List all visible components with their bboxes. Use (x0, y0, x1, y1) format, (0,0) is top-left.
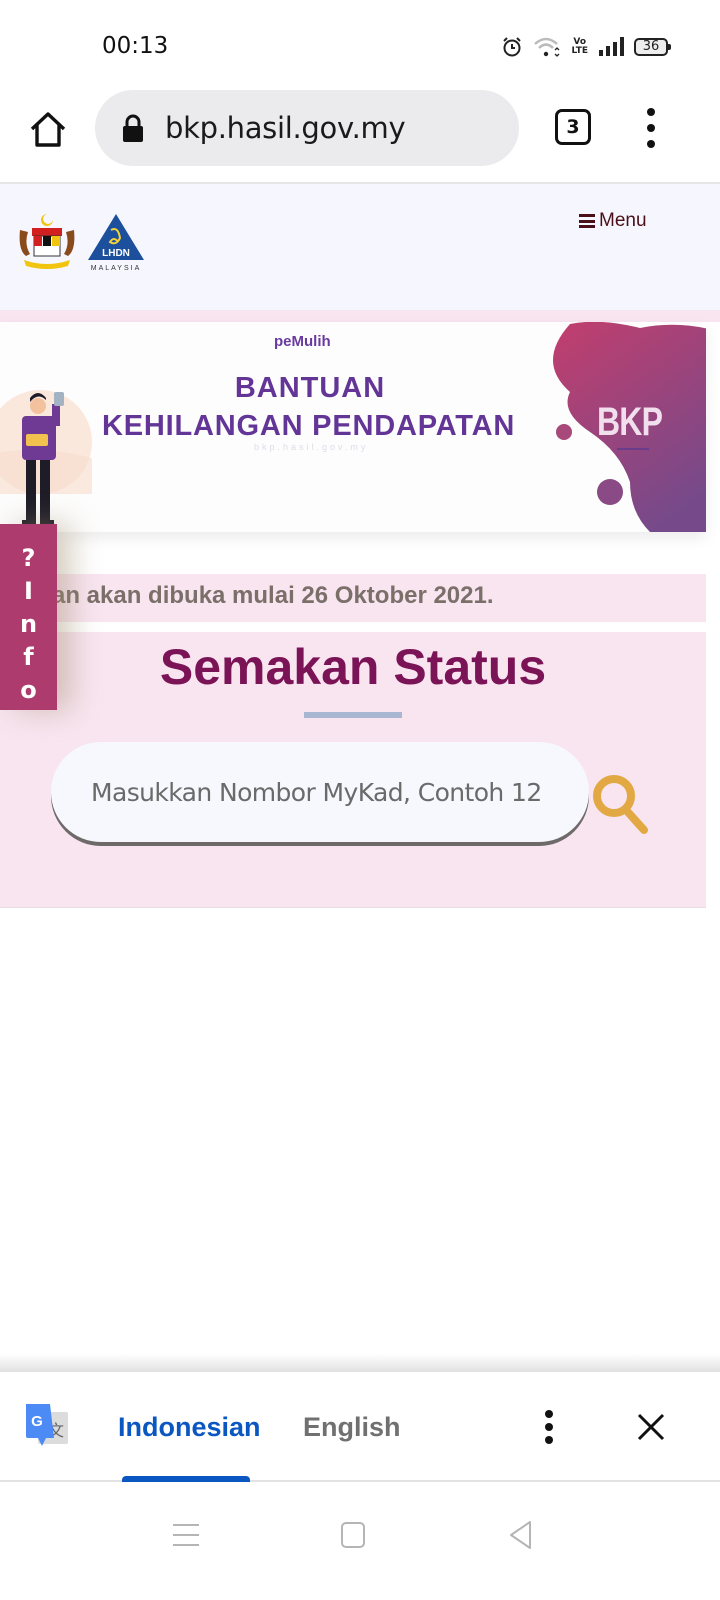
tab-switcher-button[interactable]: 3 (555, 109, 591, 145)
bkp-underline (617, 448, 649, 450)
lhdn-label: LHDN (102, 248, 130, 259)
banner-title-line1: BANTUAN (234, 372, 386, 404)
more-vert-icon[interactable] (641, 108, 661, 148)
bkp-badge: BKP (597, 400, 663, 444)
back-icon[interactable] (508, 1520, 534, 1550)
svg-text:G: G (31, 1413, 43, 1430)
system-nav-bar (0, 1484, 720, 1600)
malaysia-coat-of-arms-logo[interactable] (16, 210, 78, 270)
mykad-input[interactable] (91, 777, 561, 807)
browser-toolbar: bkp.hasil.gov.my 3 (0, 90, 720, 184)
lock-icon (123, 114, 143, 142)
translate-bar: 文 G Indonesian English (0, 1372, 720, 1482)
url-text[interactable]: bkp.hasil.gov.my (165, 111, 406, 145)
more-vert-icon[interactable] (544, 1410, 554, 1444)
notice-text: an akan dibuka mulai 26 Oktober 2021. (52, 582, 494, 609)
mykad-search-field[interactable] (51, 742, 589, 842)
signal-icon (599, 37, 624, 56)
hamburger-icon (579, 214, 595, 228)
bkp-banner: peMulih BANTUAN KEHILANGAN PENDAPATAN bk… (0, 322, 706, 532)
lhdn-sublabel: MALAYSIA (91, 265, 142, 272)
recents-icon[interactable] (173, 1524, 199, 1546)
header-divider (0, 310, 720, 322)
site-header: LHDN MALAYSIA Menu (0, 184, 720, 310)
menu-button[interactable]: Menu (579, 210, 647, 232)
lhdn-malaysia-logo[interactable]: LHDN MALAYSIA (86, 212, 148, 272)
volte-icon: Vo LTE (571, 37, 588, 56)
home-icon[interactable] (28, 110, 68, 150)
title-underline (304, 712, 402, 718)
banner-title-line2: KEHILANGAN PENDAPATAN (102, 410, 516, 442)
status-time: 00:13 (102, 33, 169, 59)
info-tab-char: f (23, 642, 34, 671)
home-nav-icon[interactable] (341, 1522, 365, 1548)
language-tab-english[interactable]: English (303, 1412, 401, 1443)
info-tab-char: o (20, 675, 37, 704)
status-check-section: Semakan Status (0, 632, 706, 908)
info-tab-char: n (19, 609, 38, 638)
info-tab[interactable]: ? I n f o (0, 524, 57, 710)
wifi-icon (534, 37, 560, 57)
status-check-title: Semakan Status (159, 639, 547, 695)
language-tab-indonesian[interactable]: Indonesian (118, 1412, 261, 1443)
google-translate-icon: 文 G (26, 1404, 68, 1446)
notice-strip: an akan dibuka mulai 26 Oktober 2021. (0, 574, 706, 622)
info-tab-char: ? (21, 544, 36, 573)
search-icon[interactable] (590, 770, 652, 836)
close-icon[interactable] (636, 1412, 666, 1442)
translate-bar-shadow (0, 1354, 720, 1372)
selected-language-indicator (122, 1476, 250, 1482)
status-bar: 00:13 Vo LTE 36 (0, 0, 720, 90)
info-tab-char: I (24, 577, 33, 606)
menu-label: Menu (599, 210, 647, 231)
banner-subtitle: bkp.hasil.gov.my (254, 442, 369, 452)
alarm-icon (503, 37, 522, 57)
pemulih-brand: peMulih (274, 333, 331, 350)
status-icons: Vo LTE 36 (501, 34, 671, 60)
battery-icon: 36 (634, 38, 671, 56)
address-bar[interactable]: bkp.hasil.gov.my (95, 90, 519, 166)
